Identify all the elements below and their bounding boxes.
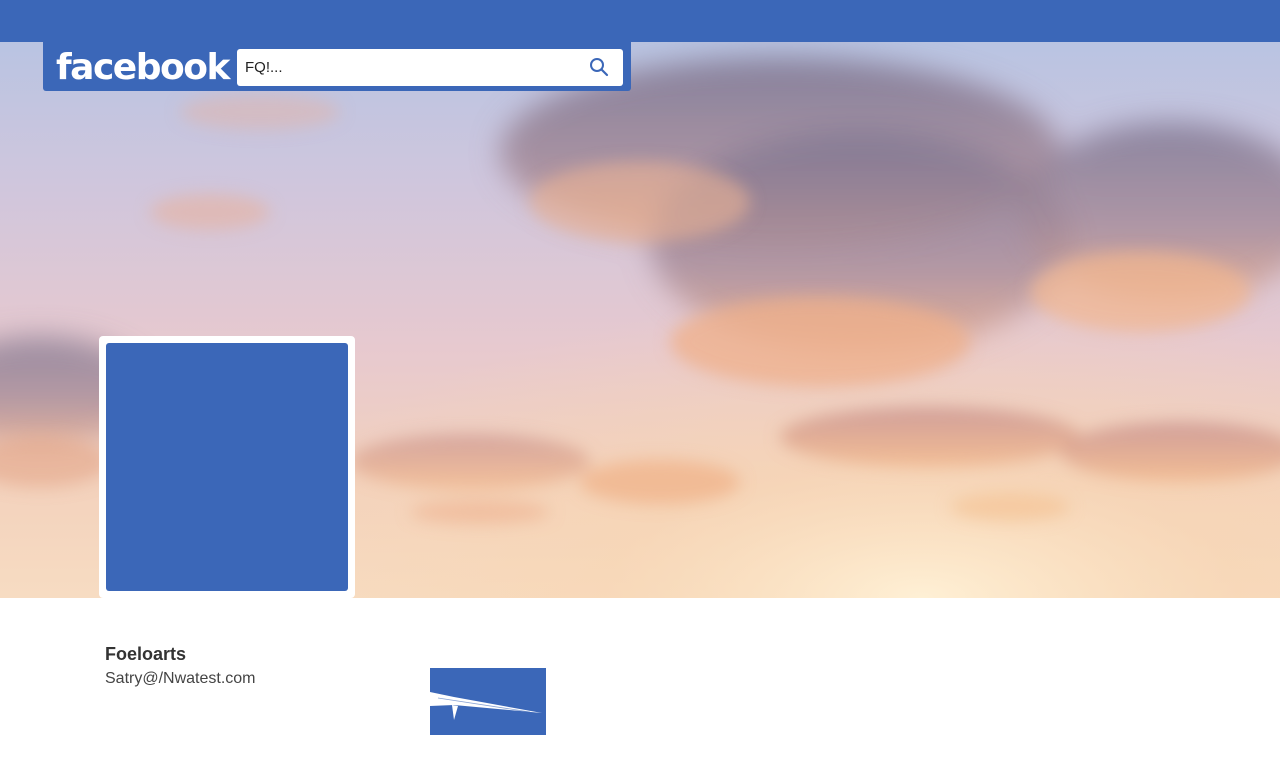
profile-name[interactable]: Foeloarts [105,644,186,665]
search-bar[interactable] [237,49,623,86]
top-navigation-bar [0,0,1280,42]
facebook-logo[interactable]: facebook [56,48,230,88]
thumbnail-image[interactable] [430,668,546,735]
profile-page: facebook Foeloarts Satry@/Nwatest.com [0,0,1280,768]
quill-icon [430,692,542,720]
profile-email: Satry@/Nwatest.com [105,670,256,687]
profile-picture[interactable] [106,343,348,591]
profile-picture-frame [99,336,355,598]
search-icon[interactable] [589,57,609,77]
search-input[interactable] [245,55,575,79]
